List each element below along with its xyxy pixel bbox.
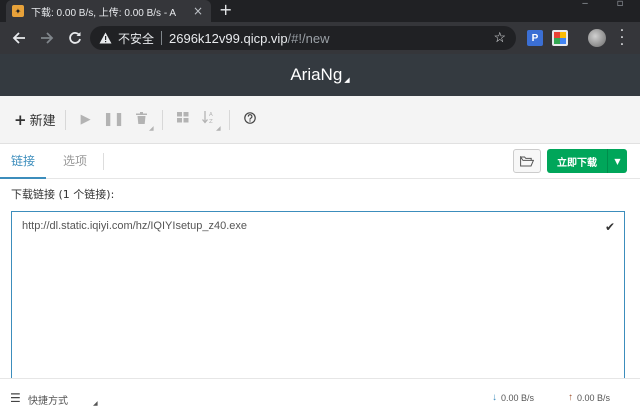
browser-tab[interactable]: ✦ 下载: 0.00 B/s, 上传: 0.00 B/s - A × xyxy=(6,0,211,22)
profile-avatar[interactable] xyxy=(588,29,606,47)
caret-down-icon[interactable]: ▼ xyxy=(608,157,627,166)
plus-icon: + xyxy=(14,110,27,129)
shortcut-label[interactable]: 快捷方式 xyxy=(28,392,68,407)
new-tab-button[interactable]: + xyxy=(219,0,232,22)
reload-button[interactable] xyxy=(64,27,86,49)
address-bar[interactable]: 不安全 2696k12v99.qicp.vip /#!/new ☆ xyxy=(90,26,516,50)
caret-down-icon: ◢ xyxy=(215,125,221,132)
arrow-down-icon: ↓ xyxy=(492,392,497,403)
app-title[interactable]: AriaNg xyxy=(290,65,342,85)
browser-tab-strip: ✦ 下载: 0.00 B/s, 上传: 0.00 B/s - A × + ‒ ▫ xyxy=(0,0,640,22)
toolbar-divider xyxy=(228,109,230,130)
check-icon: ✔ xyxy=(605,220,616,234)
sort-icon[interactable]: AZ ◢ xyxy=(198,111,221,132)
app-toolbar: + 新建 ▶ ❚❚ ◢ AZ ◢ xyxy=(0,96,640,144)
extension-p-icon[interactable]: P xyxy=(527,30,543,46)
play-icon[interactable]: ▶ xyxy=(75,112,97,127)
download-now-button[interactable]: 立即下载 ▼ xyxy=(547,149,627,173)
tab-title: 下载: 0.00 B/s, 上传: 0.00 B/s - A xyxy=(31,7,177,19)
tabs-divider xyxy=(103,153,104,170)
favicon-icon: ✦ xyxy=(12,5,24,17)
grid-view-icon[interactable] xyxy=(172,112,194,127)
menu-icon[interactable]: ☰ xyxy=(10,391,21,405)
warning-icon[interactable] xyxy=(98,31,112,45)
new-task-button[interactable]: + 新建 xyxy=(14,110,56,130)
svg-text:Z: Z xyxy=(209,119,213,124)
download-links-textarea[interactable]: http://dl.static.iqiyi.com/hz/IQIYIsetup… xyxy=(11,211,625,381)
new-task-tabs: 链接 选项 立即下载 ▼ xyxy=(0,144,640,179)
help-icon[interactable] xyxy=(239,111,261,128)
pause-icon[interactable]: ❚❚ xyxy=(103,112,125,127)
browser-menu-icon[interactable]: · · · xyxy=(617,24,627,52)
tab-links[interactable]: 链接 xyxy=(0,144,46,179)
svg-text:A: A xyxy=(209,112,213,118)
close-tab-icon[interactable]: × xyxy=(191,4,205,18)
url-host: 2696k12v99.qicp.vip xyxy=(169,30,288,46)
app-header: AriaNg ◢ xyxy=(0,54,640,96)
status-footer: ☰ 快捷方式 ◢ ↓ 0.00 B/s ↑ 0.00 B/s xyxy=(0,378,640,416)
toolbar-divider xyxy=(64,109,66,130)
caret-down-icon: ◢ xyxy=(148,124,154,132)
security-status[interactable]: 不安全 xyxy=(118,30,154,47)
address-divider xyxy=(161,31,163,45)
arrow-up-icon: ↑ xyxy=(568,392,573,403)
bookmark-star-icon[interactable]: ☆ xyxy=(493,29,506,46)
tab-options[interactable]: 选项 xyxy=(52,144,98,179)
forward-button[interactable] xyxy=(36,27,58,49)
trash-icon[interactable]: ◢ xyxy=(131,111,154,132)
caret-down-icon: ◢ xyxy=(93,400,98,407)
arrow-right-icon xyxy=(41,32,54,44)
open-file-button[interactable] xyxy=(513,149,541,173)
folder-open-icon xyxy=(520,155,534,166)
download-speed: ↓ 0.00 B/s xyxy=(492,392,534,403)
download-now-label: 立即下载 xyxy=(557,157,597,169)
caret-down-icon: ◢ xyxy=(344,76,350,84)
maximize-window-button[interactable]: ▫ xyxy=(605,0,635,12)
extension-paint-icon[interactable] xyxy=(552,30,568,46)
back-button[interactable] xyxy=(8,27,30,49)
upload-speed: ↑ 0.00 B/s xyxy=(568,392,610,403)
url-path: /#!/new xyxy=(287,30,330,46)
arrow-left-icon xyxy=(12,32,25,44)
reload-icon xyxy=(69,32,81,44)
new-task-label: 新建 xyxy=(29,114,56,129)
browser-toolbar: 不安全 2696k12v99.qicp.vip /#!/new ☆ xyxy=(0,22,640,54)
toolbar-divider xyxy=(161,109,163,130)
download-speed-value: 0.00 B/s xyxy=(501,392,535,403)
upload-speed-value: 0.00 B/s xyxy=(577,392,611,403)
download-links-label: 下载链接 (1 个链接): xyxy=(11,188,115,201)
minimize-window-button[interactable]: ‒ xyxy=(570,0,600,12)
